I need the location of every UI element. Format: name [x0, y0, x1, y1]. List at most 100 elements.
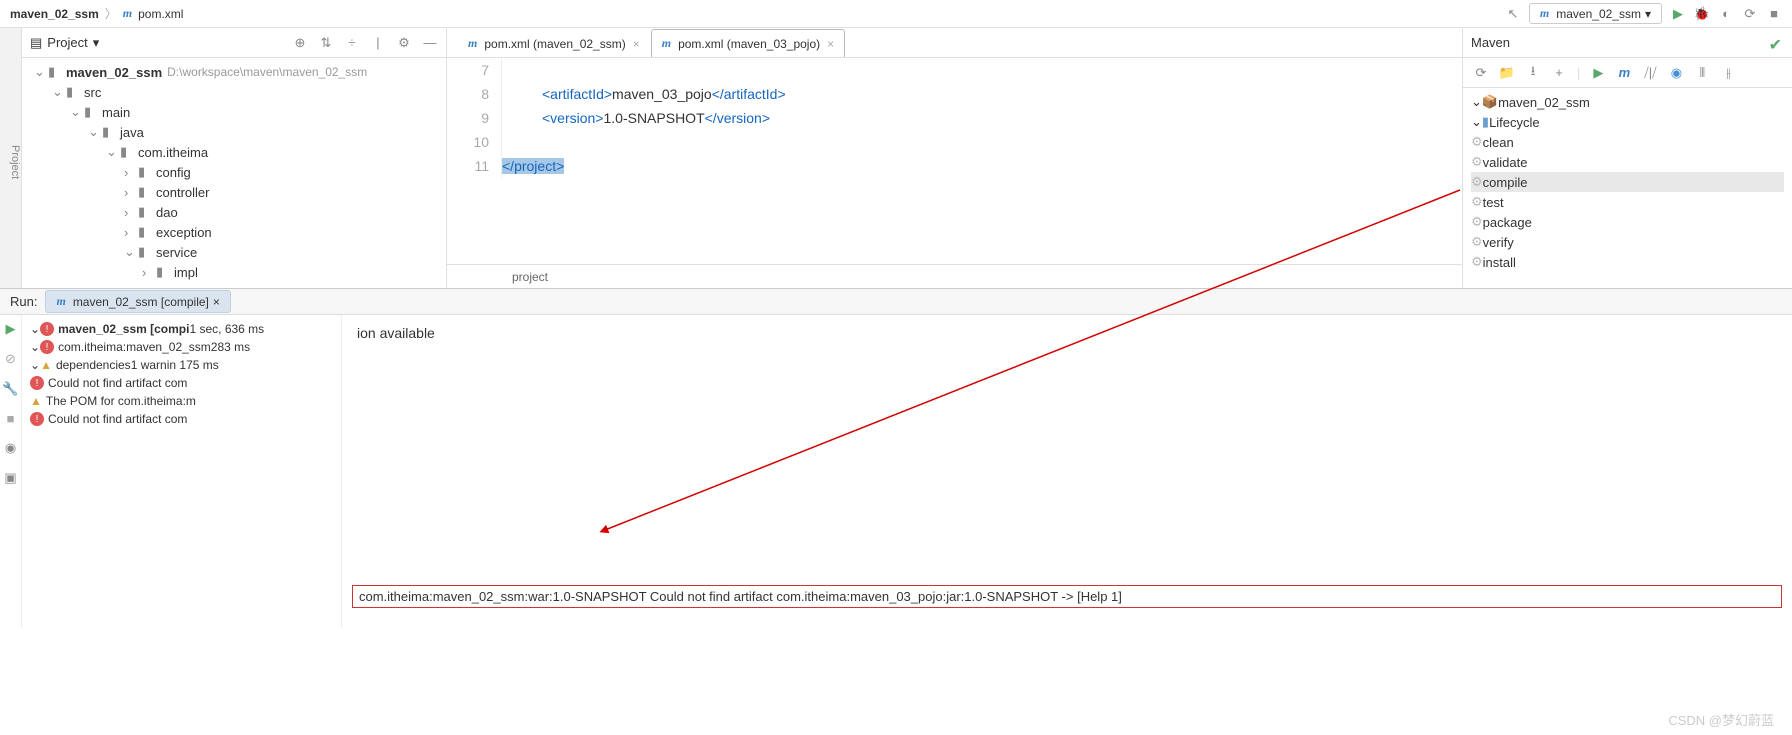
tree-package[interactable]: com.itheima [138, 145, 208, 160]
maven-tree[interactable]: ⌄ 📦 maven_02_ssm ⌄ ▮ Lifecycle ⚙ clean ⚙… [1463, 88, 1792, 276]
maven-phase[interactable]: validate [1483, 155, 1528, 170]
layout-icon[interactable]: ▣ [4, 470, 16, 486]
close-icon[interactable]: × [633, 37, 640, 51]
run-config-name: maven_02_ssm [1556, 7, 1641, 21]
editor-tab-active[interactable]: mpom.xml (maven_03_pojo)× [651, 29, 845, 57]
hide-icon[interactable]: — [422, 35, 438, 51]
tree-folder[interactable]: controller [156, 185, 209, 200]
tree-folder[interactable]: config [156, 165, 191, 180]
project-panel-header: ▤ Project ▾ ⊕ ⇅ ÷ | ⚙ — [22, 28, 446, 58]
maven-icon: m [662, 36, 671, 51]
download-icon[interactable]: ⭳ [1525, 65, 1541, 81]
tree-main[interactable]: main [102, 105, 130, 120]
select-opened-icon[interactable]: ⊕ [292, 35, 308, 51]
collapse-all-icon[interactable]: ⫲ [1720, 65, 1736, 81]
add-icon[interactable]: + [1551, 65, 1567, 81]
project-panel-tools: ⊕ ⇅ ÷ | ⚙ — [292, 35, 438, 51]
maven-panel-title[interactable]: Maven [1471, 35, 1510, 50]
generate-sources-icon[interactable]: 📁 [1499, 65, 1515, 81]
run-config-selector[interactable]: m maven_02_ssm ▾ [1529, 3, 1662, 24]
tree-folder[interactable]: exception [156, 225, 212, 240]
run-maven-icon[interactable]: ▶ [1590, 65, 1606, 81]
breadcrumb-file[interactable]: pom.xml [138, 7, 183, 21]
toggle-offline-icon[interactable]: ⧸|⧸ [1642, 65, 1658, 81]
maven-phase[interactable]: install [1483, 255, 1516, 270]
tree-folder[interactable]: service [156, 245, 197, 260]
maven-lifecycle-node[interactable]: Lifecycle [1489, 115, 1540, 130]
editor-breadcrumb[interactable]: project [447, 264, 1462, 288]
warning-icon: ▲ [40, 358, 52, 372]
maven-icon: m [56, 294, 65, 309]
run-panel-title: Run: [10, 294, 37, 309]
collapse-all-icon[interactable]: ÷ [344, 35, 360, 51]
code-line[interactable]: <artifactId>maven_03_pojo</artifactId> [542, 82, 786, 106]
console-output[interactable]: ion available com.itheima:maven_02_ssm:w… [342, 315, 1792, 628]
main-area: Project ▤ Project ▾ ⊕ ⇅ ÷ | ⚙ — ⌄▮maven_… [0, 28, 1792, 288]
separator: | [370, 35, 386, 51]
code-lines[interactable]: <artifactId>maven_03_pojo</artifactId> <… [502, 58, 786, 178]
settings-gear-icon[interactable]: ⚙ [396, 35, 412, 51]
maven-project-node[interactable]: maven_02_ssm [1498, 95, 1590, 110]
breadcrumb: maven_02_ssm 〉 m pom.xml [10, 5, 183, 22]
run-panel-header: Run: mmaven_02_ssm [compile]× [0, 289, 1792, 315]
pin-icon[interactable]: ■ [7, 411, 15, 426]
show-icon[interactable]: ◉ [5, 440, 16, 456]
stop-button[interactable]: ■ [1766, 6, 1782, 22]
reload-icon[interactable]: ⟳ [1473, 65, 1489, 81]
execute-goal-icon[interactable]: m [1616, 65, 1632, 81]
run-tree[interactable]: ⌄ !maven_02_ssm [compi 1 sec, 636 ms ⌄ !… [22, 315, 342, 628]
run-warning-item[interactable]: The POM for com.itheima:m [46, 394, 196, 408]
build-hammer-icon[interactable]: ↖ [1505, 6, 1521, 22]
run-button[interactable]: ▶ [1670, 6, 1686, 22]
settings-wrench-icon[interactable]: 🔧 [2, 381, 18, 397]
project-tool-strip[interactable]: Project [0, 28, 22, 288]
run-deps[interactable]: dependencies [56, 358, 131, 372]
run-error-item[interactable]: Could not find artifact com [48, 412, 187, 426]
rerun-icon[interactable]: ▶ [6, 321, 16, 337]
show-dependencies-icon[interactable]: ⫴ [1694, 65, 1710, 81]
coverage-button[interactable]: ◐ [1718, 6, 1734, 22]
run-error-item[interactable]: Could not find artifact com [48, 376, 187, 390]
close-icon[interactable]: × [827, 37, 834, 51]
tree-java[interactable]: java [120, 125, 144, 140]
maven-phase[interactable]: verify [1483, 235, 1514, 250]
maven-phase[interactable]: test [1483, 195, 1504, 210]
code-line[interactable]: </project> [502, 154, 786, 178]
debug-button[interactable]: 🐞 [1694, 6, 1710, 22]
profile-button[interactable]: ⟳ [1742, 6, 1758, 22]
project-panel: ▤ Project ▾ ⊕ ⇅ ÷ | ⚙ — ⌄▮maven_02_ssmD:… [22, 28, 447, 288]
code-line[interactable] [542, 58, 786, 82]
run-tab[interactable]: mmaven_02_ssm [compile]× [45, 290, 230, 313]
breadcrumb-project[interactable]: maven_02_ssm [10, 7, 99, 21]
error-icon: ! [40, 322, 54, 336]
tree-folder[interactable]: impl [174, 265, 198, 280]
close-icon[interactable]: × [213, 295, 220, 309]
run-module[interactable]: com.itheima:maven_02_ssm [58, 340, 211, 354]
editor-tabs: mpom.xml (maven_02_ssm)× mpom.xml (maven… [447, 28, 1462, 58]
maven-phase-compile[interactable]: compile [1483, 175, 1528, 190]
project-panel-title[interactable]: ▤ Project ▾ [30, 35, 99, 51]
topbar-actions: ↖ m maven_02_ssm ▾ ▶ 🐞 ◐ ⟳ ■ [1505, 3, 1782, 24]
code-line[interactable] [542, 130, 786, 154]
code-line[interactable]: <version>1.0-SNAPSHOT</version> [542, 106, 786, 130]
tree-project-root[interactable]: maven_02_ssm [66, 65, 162, 80]
stop-icon[interactable]: ⊘ [5, 351, 16, 367]
error-icon: ! [40, 340, 54, 354]
error-icon: ! [30, 376, 44, 390]
editor-tab[interactable]: mpom.xml (maven_02_ssm)× [457, 29, 651, 57]
project-tree[interactable]: ⌄▮maven_02_ssmD:\workspace\maven\maven_0… [22, 58, 446, 288]
run-root[interactable]: maven_02_ssm [compi [58, 322, 189, 336]
console-error-highlight[interactable]: com.itheima:maven_02_ssm:war:1.0-SNAPSHO… [352, 585, 1782, 608]
tree-folder[interactable]: dao [156, 205, 178, 220]
maven-panel: Maven ⟳ 📁 ⭳ + | ▶ m ⧸|⧸ ◉ ⫴ ⫲ ⌄ 📦 maven_… [1462, 28, 1792, 288]
analysis-ok-icon[interactable]: ✔ [1769, 35, 1782, 55]
expand-all-icon[interactable]: ⇅ [318, 35, 334, 51]
line-gutter: 7891011 [447, 58, 502, 178]
code-editor[interactable]: 7891011 <artifactId>maven_03_pojo</artif… [447, 58, 1462, 178]
maven-phase[interactable]: clean [1483, 135, 1514, 150]
tree-src[interactable]: src [84, 85, 101, 100]
maven-phase[interactable]: package [1483, 215, 1532, 230]
console-line: ion available [357, 325, 1777, 341]
toggle-skip-tests-icon[interactable]: ◉ [1668, 65, 1684, 81]
watermark: CSDN @梦幻蔚蓝 [1668, 710, 1774, 729]
